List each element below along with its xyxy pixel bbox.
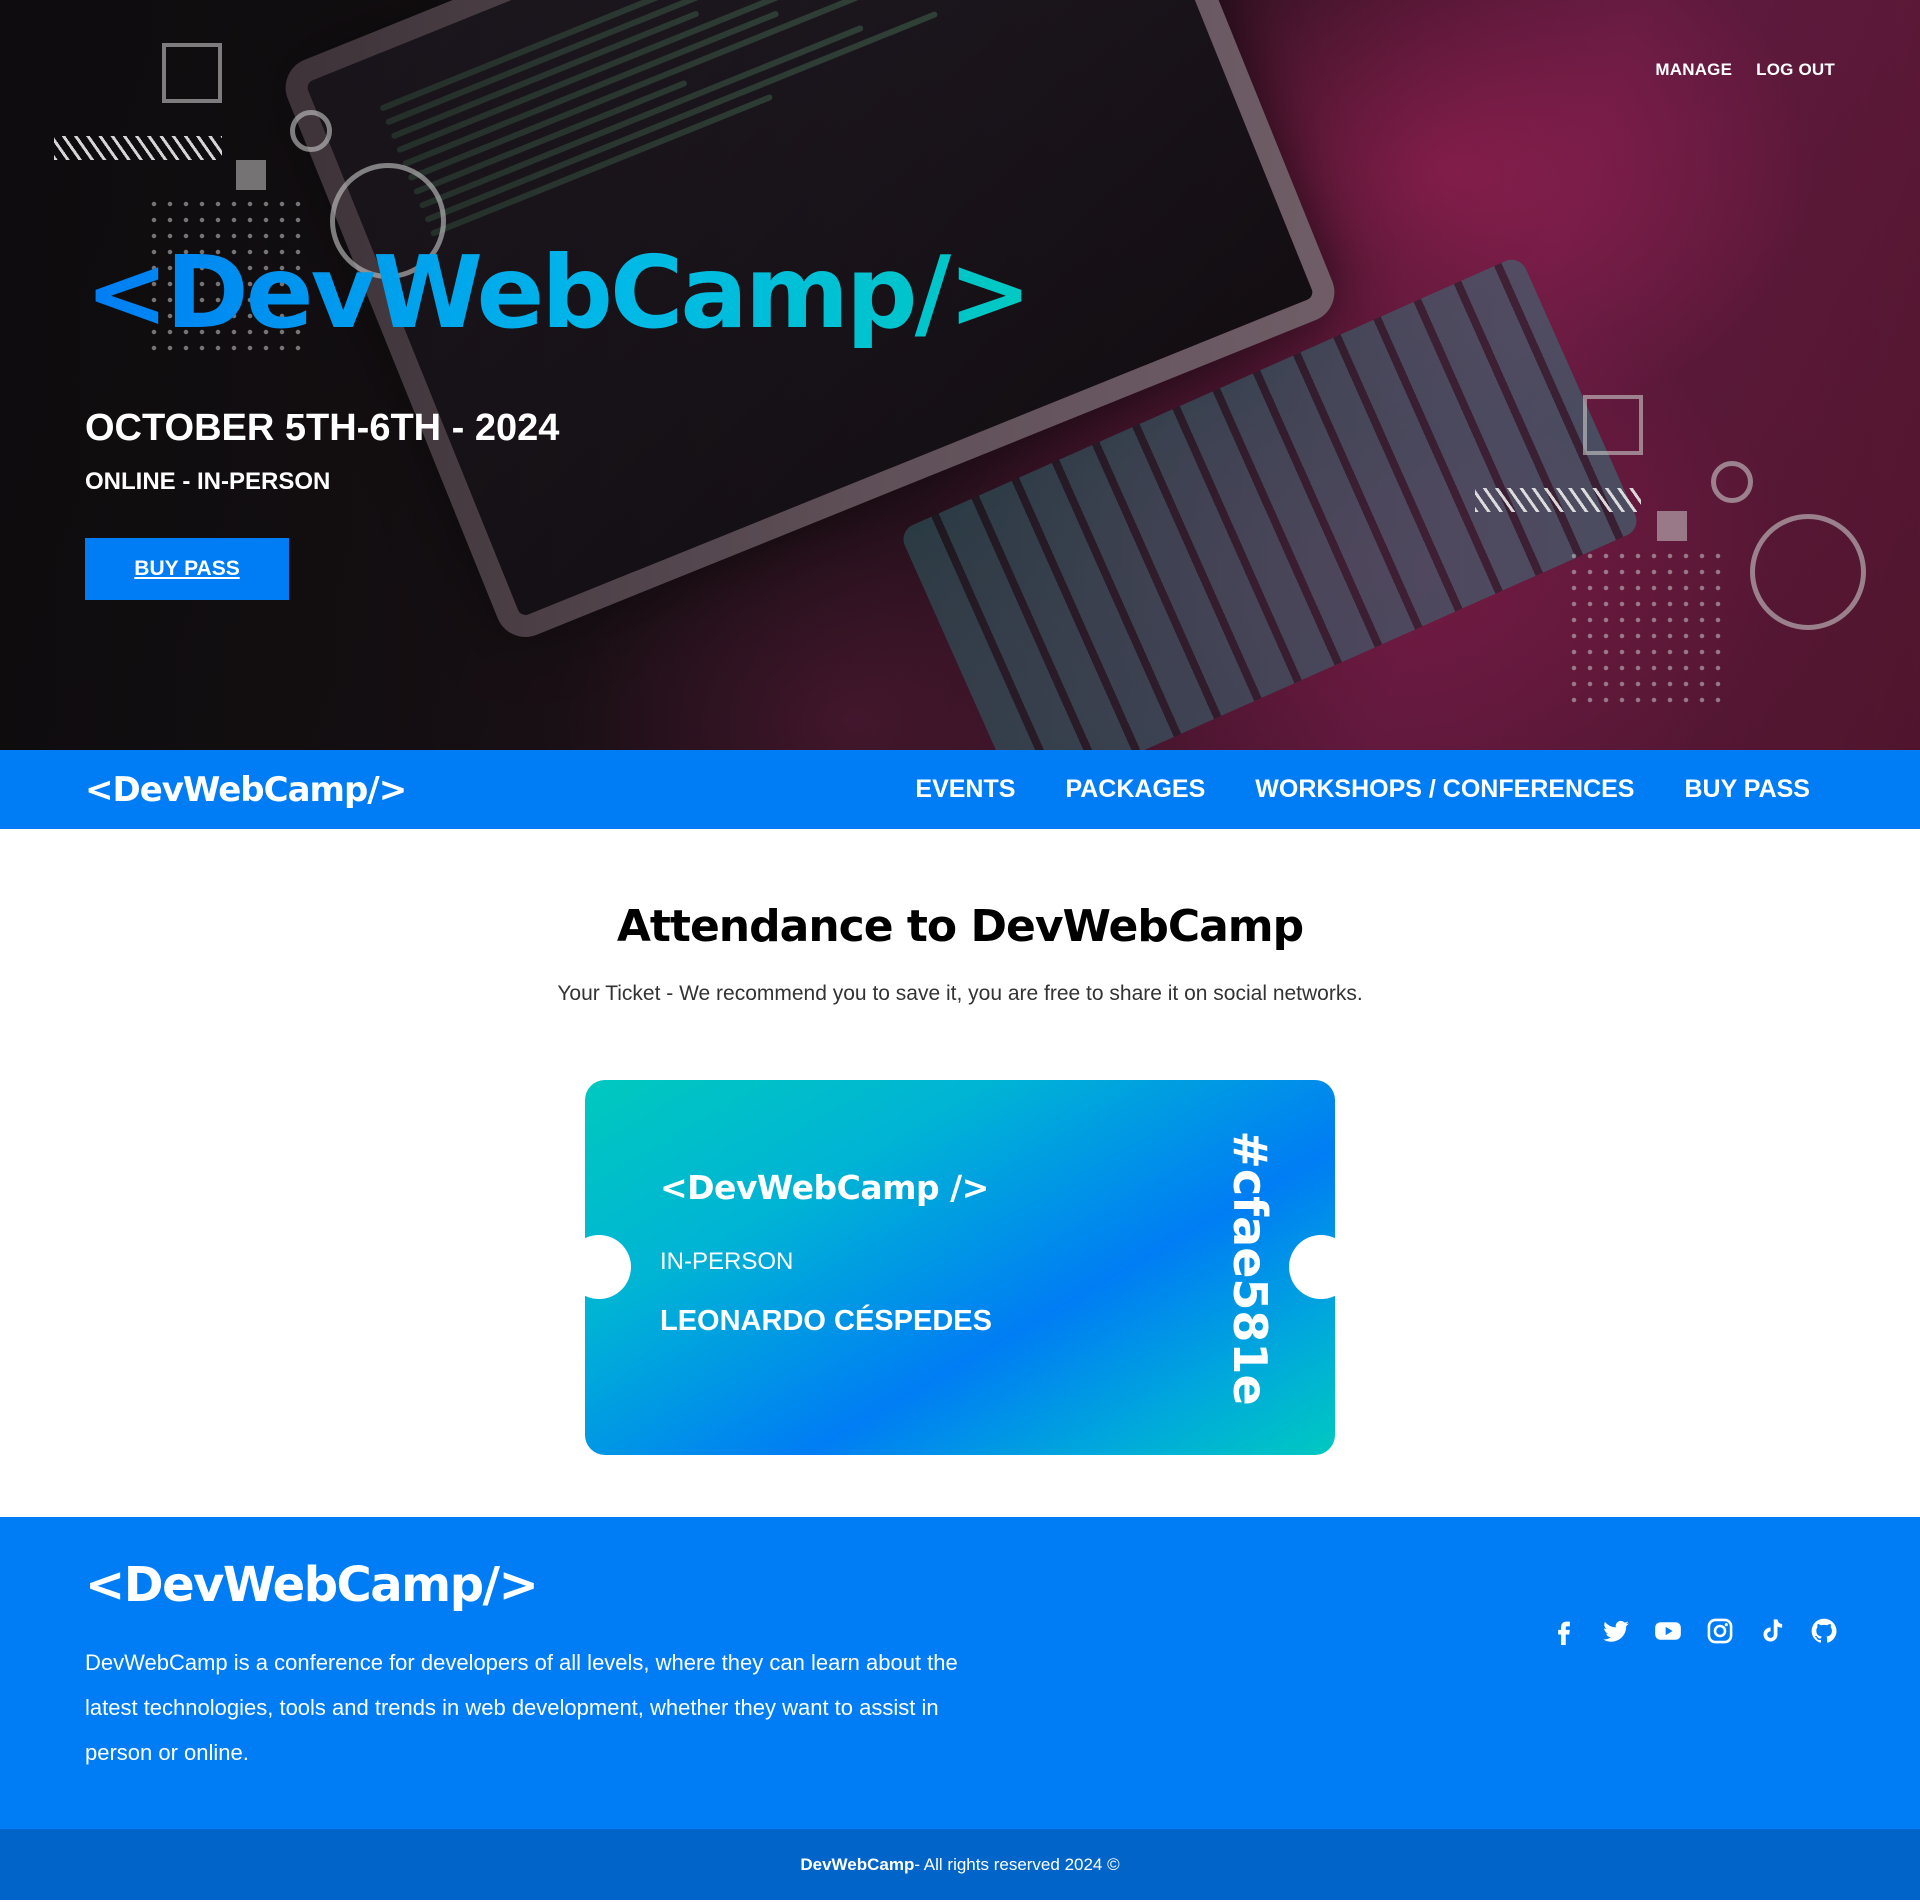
- nav-link-workshops-conferences[interactable]: WORKSHOPS / CONFERENCES: [1255, 775, 1634, 804]
- hero-header: MANAGE LOG OUT <DevWebCamp/> OCTOBER 5TH…: [0, 0, 1920, 750]
- main-content: Attendance to DevWebCamp Your Ticket - W…: [0, 829, 1920, 1517]
- logout-link[interactable]: LOG OUT: [1756, 60, 1835, 80]
- instagram-icon[interactable]: [1706, 1617, 1734, 1645]
- dots-decoration: [1566, 548, 1728, 708]
- square-outline-decoration: [1583, 395, 1643, 455]
- ticket-attendee-name: LEONARDO CÉSPEDES: [660, 1305, 992, 1337]
- nav-link-buy-pass[interactable]: BUY PASS: [1684, 775, 1810, 804]
- twitter-icon[interactable]: [1602, 1617, 1630, 1645]
- facebook-icon[interactable]: [1550, 1617, 1578, 1645]
- footer-brand: <DevWebCamp/>: [85, 1557, 539, 1613]
- buy-pass-button[interactable]: BUY PASS: [85, 538, 289, 600]
- square-fill-decoration: [236, 160, 266, 190]
- copyright-brand: DevWebCamp: [800, 1854, 915, 1874]
- page-title: Attendance to DevWebCamp: [616, 901, 1304, 952]
- ticket-notch-right: [1289, 1235, 1335, 1299]
- virtual-ticket: <DevWebCamp /> IN-PERSON LEONARDO CÉSPED…: [585, 1080, 1335, 1455]
- ticket-mode: IN-PERSON: [660, 1248, 794, 1275]
- manage-link[interactable]: MANAGE: [1655, 60, 1732, 80]
- ticket-notch-left: [585, 1235, 631, 1299]
- top-nav: MANAGE LOG OUT: [1655, 60, 1835, 80]
- copyright-bar: DevWebCamp - All rights reserved 2024 ©: [0, 1829, 1920, 1900]
- event-mode: ONLINE - IN-PERSON: [85, 468, 331, 495]
- nav-link-packages[interactable]: PACKAGES: [1065, 775, 1205, 804]
- large-ring-decoration: [1750, 514, 1866, 630]
- ticket-code: #cfae581e: [1223, 1130, 1277, 1406]
- youtube-icon[interactable]: [1654, 1617, 1682, 1645]
- github-icon[interactable]: [1810, 1617, 1838, 1645]
- hero-logo[interactable]: <DevWebCamp/>: [85, 235, 1032, 350]
- stripes-decoration: [54, 136, 222, 160]
- stripes-decoration: [1475, 488, 1641, 512]
- navbar-brand[interactable]: <DevWebCamp/>: [85, 770, 407, 810]
- page-subtitle: Your Ticket - We recommend you to save i…: [557, 982, 1363, 1005]
- square-outline-decoration: [162, 43, 222, 103]
- nav-link-events[interactable]: EVENTS: [915, 775, 1015, 804]
- small-ring-decoration: [290, 110, 332, 152]
- navbar-links: EVENTS PACKAGES WORKSHOPS / CONFERENCES …: [915, 775, 1810, 804]
- footer-description: DevWebCamp is a conference for developer…: [85, 1650, 958, 1765]
- hero-content: <DevWebCamp/> OCTOBER 5TH-6TH - 2024 ONL…: [85, 235, 1032, 600]
- social-links: [1550, 1617, 1838, 1645]
- footer: <DevWebCamp/> DevWebCamp is a conference…: [0, 1517, 1920, 1829]
- copyright-text: - All rights reserved 2024 ©: [914, 1854, 1120, 1874]
- main-navbar: <DevWebCamp/> EVENTS PACKAGES WORKSHOPS …: [0, 750, 1920, 829]
- small-ring-decoration: [1711, 461, 1753, 503]
- tiktok-icon[interactable]: [1758, 1617, 1786, 1645]
- event-date: OCTOBER 5TH-6TH - 2024: [85, 407, 560, 449]
- square-fill-decoration: [1657, 511, 1687, 541]
- ticket-brand: <DevWebCamp />: [660, 1168, 989, 1207]
